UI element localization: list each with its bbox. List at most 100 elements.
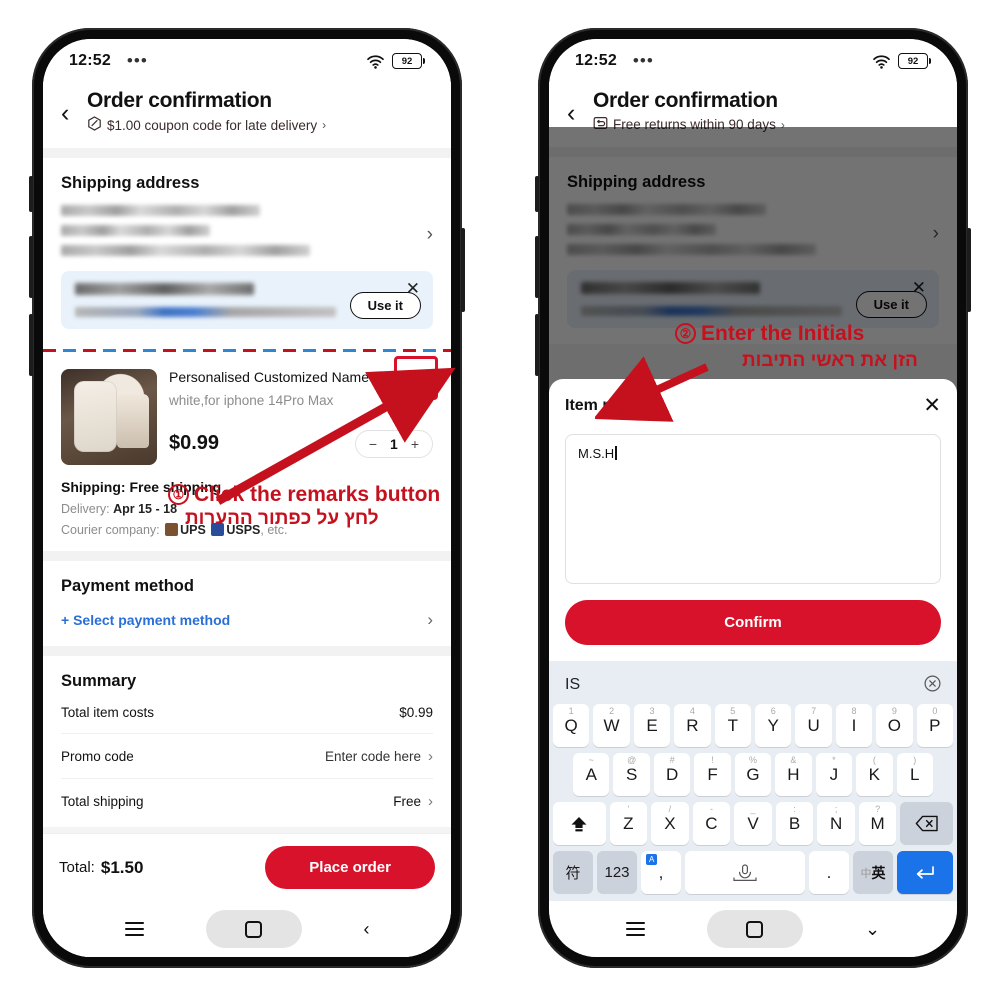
chevron-down-icon[interactable]: ⌄ bbox=[865, 919, 880, 940]
key-o[interactable]: 9O bbox=[876, 704, 913, 747]
confirm-button[interactable]: Confirm bbox=[565, 600, 941, 645]
chevron-left-icon[interactable]: ‹ bbox=[364, 919, 370, 940]
key-alt-label: # bbox=[669, 755, 675, 765]
key-b[interactable]: :B bbox=[775, 802, 814, 845]
key-g[interactable]: % G bbox=[734, 753, 772, 796]
phone-side-button[interactable] bbox=[29, 176, 33, 212]
key-x[interactable]: / X bbox=[651, 802, 689, 845]
key-r[interactable]: 4R bbox=[674, 704, 711, 747]
modal-header: Item remarks ✕ bbox=[549, 379, 957, 420]
backspace-key[interactable] bbox=[900, 802, 953, 845]
delivery-label: Delivery: bbox=[61, 502, 110, 516]
select-payment-method-button[interactable]: + Select payment method › bbox=[61, 610, 433, 630]
product-thumbnail[interactable] bbox=[61, 369, 157, 465]
status-time: 12:52 bbox=[575, 52, 617, 69]
key-label: N bbox=[829, 813, 843, 833]
key-u[interactable]: 7U bbox=[795, 704, 832, 747]
key-d[interactable]: # D bbox=[653, 753, 691, 796]
quantity-minus-button[interactable]: − bbox=[369, 436, 377, 452]
key-t[interactable]: 5T bbox=[714, 704, 751, 747]
key-q[interactable]: 1Q bbox=[552, 704, 590, 747]
key-i[interactable]: 8I bbox=[835, 704, 873, 747]
summary-value: $0.99 bbox=[399, 705, 433, 720]
key-alt-label: ? bbox=[875, 804, 881, 814]
phone-side-button[interactable] bbox=[535, 176, 539, 212]
summary-row[interactable]: Promo code Enter code here › bbox=[61, 734, 433, 779]
symbols-key[interactable]: 符 bbox=[553, 851, 593, 894]
key-label: K bbox=[868, 764, 880, 784]
space-key[interactable] bbox=[685, 851, 805, 894]
numeric-key[interactable]: 123 bbox=[597, 851, 637, 894]
back-button[interactable]: ‹ bbox=[567, 89, 593, 126]
close-icon[interactable]: ✕ bbox=[923, 395, 941, 416]
phone-volume-up-button[interactable] bbox=[535, 236, 539, 298]
coupon-banner[interactable]: $1.00 coupon code for late delivery › bbox=[87, 116, 433, 134]
key-j[interactable]: * J bbox=[815, 753, 853, 796]
phone-power-button[interactable] bbox=[967, 228, 971, 312]
airmail-dash bbox=[43, 348, 56, 353]
key-z[interactable]: ' Z bbox=[609, 802, 648, 845]
shipping-address-card[interactable]: Shipping address › ✕ Use it bbox=[43, 158, 451, 345]
address-row[interactable]: › bbox=[61, 205, 433, 265]
key-alt-label: 5 bbox=[730, 706, 736, 716]
key-h[interactable]: & H bbox=[775, 753, 812, 796]
section-divider bbox=[43, 646, 451, 656]
language-toggle-key[interactable]: 中英 bbox=[853, 851, 893, 894]
remarks-edit-button[interactable] bbox=[399, 361, 433, 395]
coupon-text: $1.00 coupon code for late delivery bbox=[107, 117, 318, 133]
key-label: A bbox=[585, 764, 597, 784]
shipping-address-title: Shipping address bbox=[61, 174, 200, 192]
home-square-icon[interactable] bbox=[706, 910, 803, 948]
keyboard-suggestion[interactable]: IS bbox=[565, 676, 580, 694]
period-key[interactable]: . bbox=[809, 851, 849, 894]
phone-volume-down-button[interactable] bbox=[29, 314, 33, 376]
place-order-button[interactable]: Place order bbox=[265, 846, 435, 889]
remarks-textarea[interactable]: M.S.H bbox=[565, 434, 941, 584]
key-alt-label: - bbox=[709, 804, 713, 814]
clear-circle-icon[interactable] bbox=[924, 674, 941, 696]
key-k[interactable]: (K bbox=[856, 753, 893, 796]
airmail-dash bbox=[423, 348, 436, 353]
key-y[interactable]: 6Y bbox=[755, 704, 792, 747]
airmail-dash bbox=[403, 348, 416, 353]
key-e[interactable]: 3E bbox=[633, 704, 671, 747]
menu-icon[interactable] bbox=[124, 922, 144, 936]
annotation-step2-hebrew: הזן את ראשי התיבות bbox=[742, 350, 918, 371]
phone-power-button[interactable] bbox=[461, 228, 465, 312]
airmail-dash bbox=[83, 348, 96, 353]
key-alt-label: 2 bbox=[609, 706, 615, 716]
key-a[interactable]: ~ A bbox=[573, 753, 610, 796]
key-p[interactable]: 0P bbox=[916, 704, 954, 747]
phone-volume-down-button[interactable] bbox=[535, 314, 539, 376]
menu-icon[interactable] bbox=[625, 922, 645, 936]
suggested-address-banner[interactable]: ✕ Use it bbox=[61, 271, 433, 329]
key-f[interactable]: ! F bbox=[694, 753, 731, 796]
airmail-dash bbox=[303, 348, 316, 353]
back-button[interactable]: ‹ bbox=[61, 89, 87, 126]
key-n[interactable]: ; N bbox=[817, 802, 855, 845]
summary-label: Promo code bbox=[61, 749, 134, 764]
key-l[interactable]: ) L bbox=[896, 753, 933, 796]
key-m[interactable]: ? M bbox=[858, 802, 897, 845]
step-number-2: ② bbox=[675, 323, 696, 344]
key-label: L bbox=[910, 764, 920, 784]
key-label: J bbox=[829, 764, 839, 784]
comma-key[interactable]: A , bbox=[641, 851, 681, 894]
quantity-plus-button[interactable]: + bbox=[411, 436, 419, 452]
airmail-dash bbox=[383, 348, 396, 353]
key-s[interactable]: @ S bbox=[613, 753, 650, 796]
shift-key[interactable] bbox=[553, 802, 606, 845]
enter-key[interactable] bbox=[897, 851, 953, 894]
battery-icon: 92 bbox=[392, 53, 425, 69]
summary-row[interactable]: Total shipping Free › bbox=[61, 779, 433, 823]
payment-method-title: Payment method bbox=[61, 577, 194, 595]
home-square-icon[interactable] bbox=[205, 910, 302, 948]
key-label: I bbox=[851, 715, 857, 735]
key-v[interactable]: _ V bbox=[734, 802, 772, 845]
use-it-button[interactable]: Use it bbox=[349, 292, 421, 319]
total-label: Total: bbox=[59, 859, 95, 876]
quantity-stepper[interactable]: − 1 + bbox=[354, 429, 433, 458]
phone-volume-up-button[interactable] bbox=[29, 236, 33, 298]
key-w[interactable]: 2W bbox=[593, 704, 630, 747]
key-c[interactable]: -C bbox=[692, 802, 731, 845]
